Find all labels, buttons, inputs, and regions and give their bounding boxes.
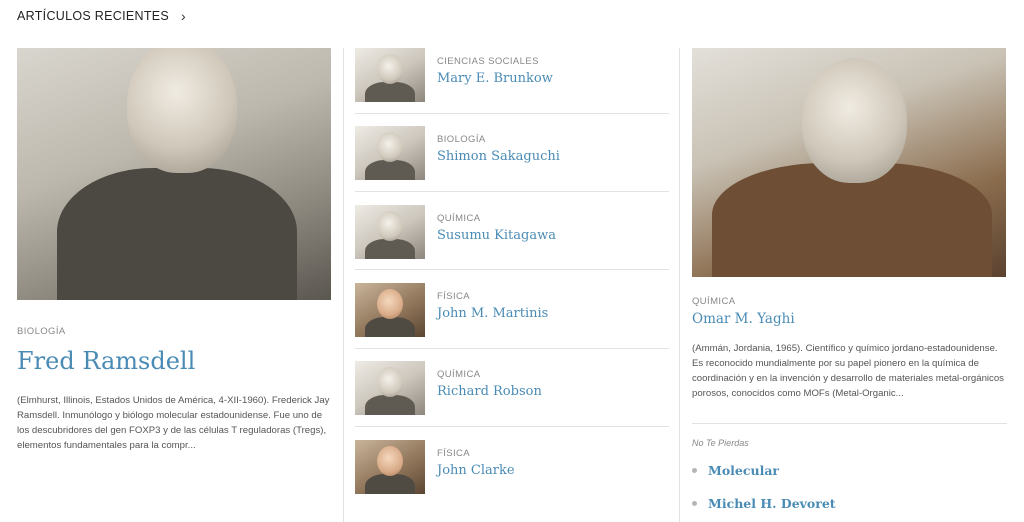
section-header-recent-articles[interactable]: ARTÍCULOS RECIENTES › bbox=[17, 9, 186, 23]
category-label: QUÍMICA bbox=[437, 369, 481, 380]
divider bbox=[355, 191, 669, 192]
article-name-link[interactable]: Mary E. Brunkow bbox=[437, 71, 553, 86]
bullet-icon bbox=[692, 468, 697, 473]
article-name-link[interactable]: John Clarke bbox=[437, 463, 515, 478]
featured-excerpt: (Ammán, Jordania, 1965). Científico y qu… bbox=[692, 343, 1004, 399]
category-label: FÍSICA bbox=[437, 291, 471, 302]
category-label: QUÍMICA bbox=[692, 296, 736, 307]
thumbnail-image bbox=[355, 361, 425, 415]
featured-excerpt: (Elmhurst, Illinois, Estados Unidos de A… bbox=[17, 395, 330, 451]
category-label: BIOLOGÍA bbox=[437, 134, 486, 145]
featured-portrait-image[interactable] bbox=[17, 48, 331, 300]
dont-miss-label: No Te Pierdas bbox=[692, 438, 749, 448]
featured-portrait-image[interactable] bbox=[692, 48, 1006, 277]
thumbnail-image bbox=[355, 440, 425, 494]
recent-articles-list: CIENCIAS SOCIALES Mary E. Brunkow BIOLOG… bbox=[343, 48, 680, 522]
list-item[interactable]: CIENCIAS SOCIALES Mary E. Brunkow bbox=[355, 48, 669, 102]
list-item[interactable]: FÍSICA John Clarke bbox=[355, 440, 669, 494]
section-title: ARTÍCULOS RECIENTES bbox=[17, 9, 170, 23]
list-item[interactable]: BIOLOGÍA Shimon Sakaguchi bbox=[355, 126, 669, 180]
category-label: QUÍMICA bbox=[437, 213, 481, 224]
featured-name-link[interactable]: Omar M. Yaghi bbox=[692, 311, 1007, 327]
article-name-link[interactable]: Susumu Kitagawa bbox=[437, 228, 556, 243]
featured-name-link[interactable]: Fred Ramsdell bbox=[17, 347, 331, 375]
thumbnail-image bbox=[355, 126, 425, 180]
featured-article-right: QUÍMICA Omar M. Yaghi (Ammán, Jordania, … bbox=[692, 48, 1007, 520]
thumbnail-image bbox=[355, 283, 425, 337]
category-label: FÍSICA bbox=[437, 448, 471, 459]
category-label: CIENCIAS SOCIALES bbox=[437, 56, 539, 67]
article-name-link[interactable]: Richard Robson bbox=[437, 384, 542, 399]
list-item[interactable]: QUÍMICA Richard Robson bbox=[355, 361, 669, 415]
chevron-right-icon: › bbox=[181, 8, 186, 24]
divider bbox=[355, 426, 669, 427]
divider bbox=[355, 348, 669, 349]
article-name-link[interactable]: Shimon Sakaguchi bbox=[437, 149, 560, 164]
dont-miss-item[interactable]: Michel H. Devoret bbox=[692, 487, 1007, 520]
dont-miss-item[interactable]: Molecular bbox=[692, 454, 1007, 487]
list-item[interactable]: FÍSICA John M. Martinis bbox=[355, 283, 669, 337]
featured-article-left: BIOLOGÍA Fred Ramsdell (Elmhurst, Illino… bbox=[17, 48, 331, 453]
divider bbox=[355, 113, 669, 114]
category-label: BIOLOGÍA bbox=[17, 326, 66, 337]
list-item[interactable]: QUÍMICA Susumu Kitagawa bbox=[355, 205, 669, 259]
divider bbox=[692, 423, 1007, 424]
divider bbox=[355, 269, 669, 270]
dont-miss-link[interactable]: Molecular bbox=[708, 463, 779, 478]
thumbnail-image bbox=[355, 48, 425, 102]
dont-miss-list: Molecular Michel H. Devoret bbox=[692, 454, 1007, 520]
bullet-icon bbox=[692, 501, 697, 506]
dont-miss-link[interactable]: Michel H. Devoret bbox=[708, 496, 836, 511]
thumbnail-image bbox=[355, 205, 425, 259]
article-name-link[interactable]: John M. Martinis bbox=[437, 306, 548, 321]
